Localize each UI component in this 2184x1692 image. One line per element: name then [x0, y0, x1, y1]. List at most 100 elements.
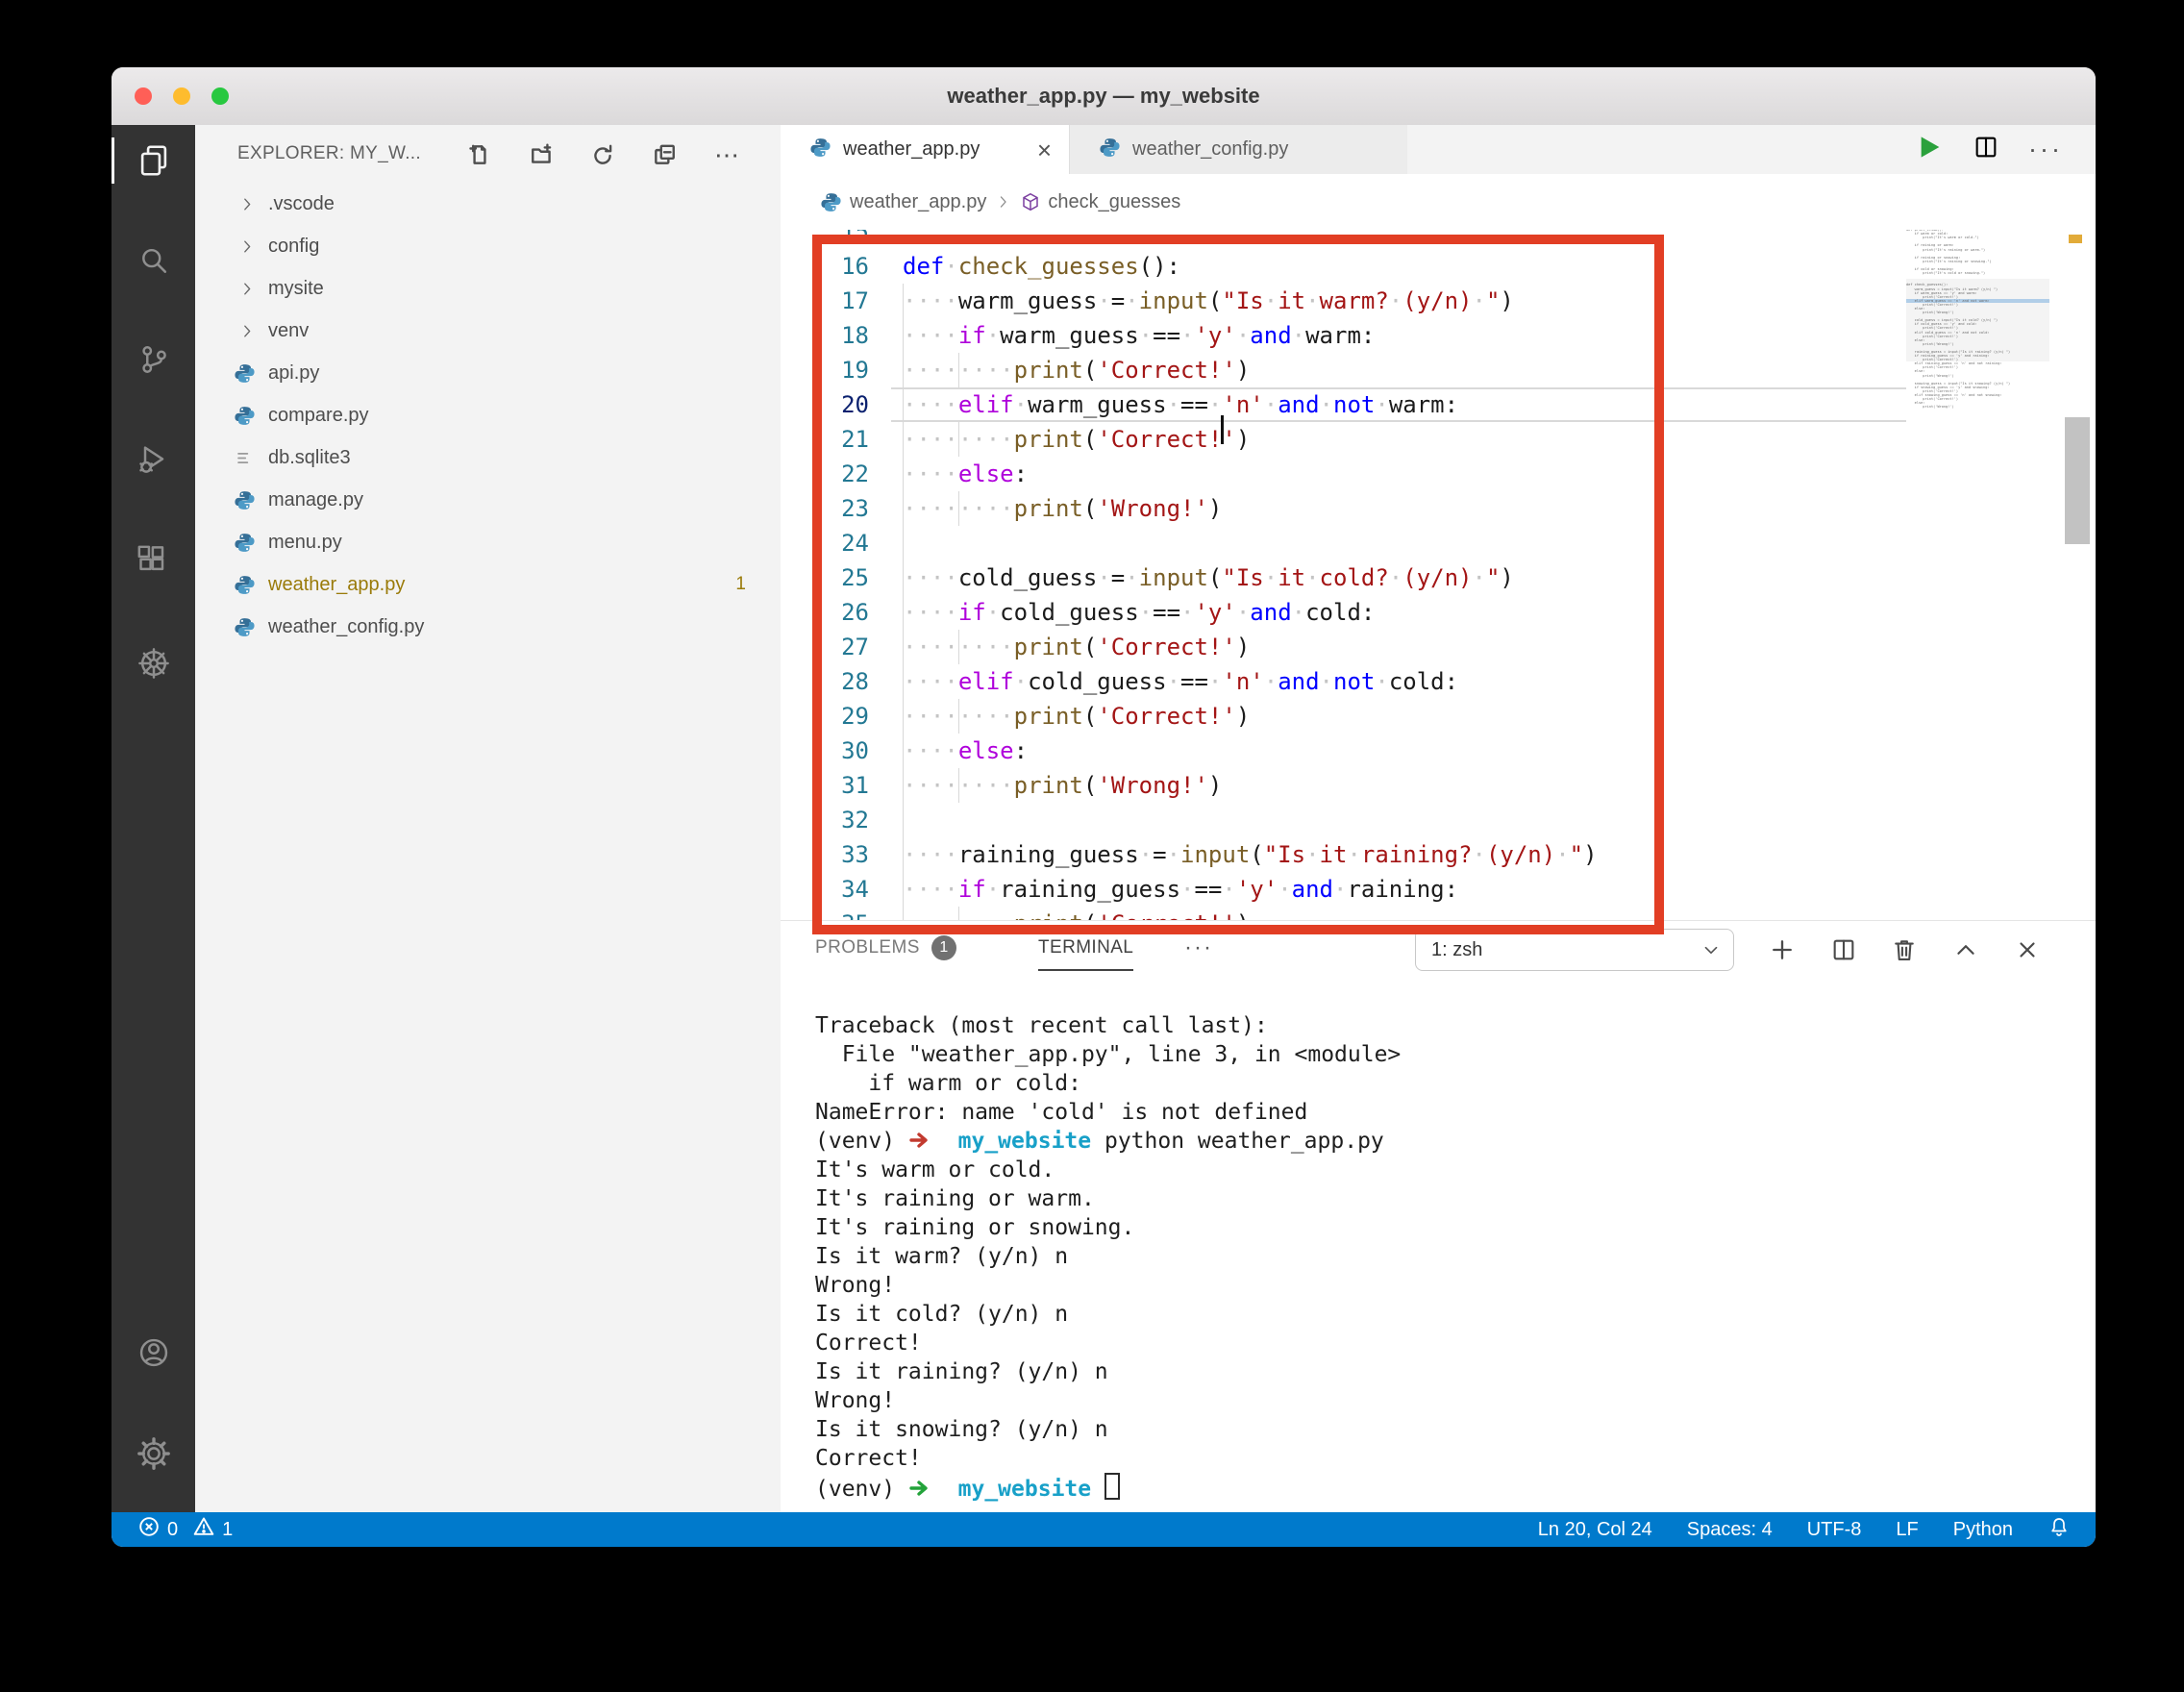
explorer-sidebar: EXPLORER: MY_W... ⋯ .vscodeconfigmysitev…: [195, 125, 782, 1512]
breadcrumb[interactable]: weather_app.py check_guesses: [781, 174, 2096, 230]
code-line-31[interactable]: 31········print('Wrong!'): [781, 768, 2096, 803]
code-line-21[interactable]: 21········print('Correct!'): [781, 422, 2096, 457]
panel-more-tabs-icon[interactable]: ···: [1184, 921, 1213, 975]
python-file-icon: [234, 574, 259, 596]
breadcrumb-file[interactable]: weather_app.py: [850, 191, 986, 213]
python-file-icon: [809, 137, 831, 163]
prompt-arrow-icon: [908, 1129, 931, 1154]
window-title: weather_app.py — my_website: [112, 67, 2096, 125]
terminal-line: File "weather_app.py", line 3, in <modul…: [815, 1040, 2076, 1069]
new-folder-icon[interactable]: [526, 138, 558, 171]
terminal-line: if warm or cold:: [815, 1069, 2076, 1098]
code-line-34[interactable]: 34····if·raining_guess·==·'y'·and·rainin…: [781, 872, 2096, 907]
code-line-27[interactable]: 27········print('Correct!'): [781, 630, 2096, 664]
code-line-32[interactable]: 32: [781, 803, 2096, 837]
explorer-file-compare.py[interactable]: compare.py: [195, 394, 781, 436]
new-file-icon[interactable]: [463, 138, 496, 171]
activity-search-icon[interactable]: [112, 227, 195, 296]
explorer-folder-.vscode[interactable]: .vscode: [195, 183, 781, 225]
code-line-30[interactable]: 30····else:: [781, 734, 2096, 768]
activity-explorer-icon[interactable]: [112, 126, 195, 195]
more-actions-icon[interactable]: ⋯: [710, 138, 743, 171]
tab-weather_config.py[interactable]: weather_config.py: [1069, 125, 1407, 174]
activity-extensions-icon[interactable]: [112, 527, 195, 596]
maximize-panel-icon[interactable]: [1947, 931, 1985, 969]
explorer-file-api.py[interactable]: api.py: [195, 352, 781, 394]
title-bar[interactable]: weather_app.py — my_website: [112, 67, 2096, 126]
code-line-18[interactable]: 18····if·warm_guess·==·'y'·and·warm:: [781, 318, 2096, 353]
shell-select-value: 1: zsh: [1431, 939, 1482, 961]
explorer-file-menu.py[interactable]: menu.py: [195, 521, 781, 563]
more-editor-actions-icon[interactable]: ···: [2028, 135, 2063, 164]
explorer-folder-mysite[interactable]: mysite: [195, 267, 781, 310]
code-line-23[interactable]: 23········print('Wrong!'): [781, 491, 2096, 526]
terminal-line: It's raining or warm.: [815, 1184, 2076, 1213]
activity-source-control-icon[interactable]: [112, 325, 195, 394]
terminal-cursor: [1104, 1473, 1120, 1500]
explorer-folder-venv[interactable]: venv: [195, 310, 781, 352]
split-terminal-icon[interactable]: [1824, 931, 1863, 969]
terminal-line: It's warm or cold.: [815, 1156, 2076, 1184]
activity-account-icon[interactable]: [112, 1318, 195, 1387]
warning-icon: [193, 1516, 214, 1543]
code-line-16[interactable]: 16def·check_guesses():: [781, 249, 2096, 284]
status-spaces-4[interactable]: Spaces: 4: [1687, 1519, 1773, 1541]
terminal-line: Correct!: [815, 1444, 2076, 1473]
prompt-arrow-icon: [908, 1477, 931, 1502]
explorer-file-weather_app.py[interactable]: weather_app.py1: [195, 563, 781, 606]
code-line-28[interactable]: 28····elif·cold_guess·==·'n'·and·not·col…: [781, 664, 2096, 699]
code-line-33[interactable]: 33····raining_guess·=·input("Is·it·raini…: [781, 837, 2096, 872]
explorer-file-manage.py[interactable]: manage.py: [195, 479, 781, 521]
activity-settings-icon[interactable]: [112, 1419, 195, 1488]
explorer-title: EXPLORER: MY_W...: [237, 125, 421, 183]
close-tab-icon[interactable]: ×: [1037, 140, 1052, 160]
explorer-folder-config[interactable]: config: [195, 225, 781, 267]
code-line-17[interactable]: 17····warm_guess·=·input("Is·it·warm?·(y…: [781, 284, 2096, 318]
activity-run-and-debug-icon[interactable]: [112, 425, 195, 494]
run-python-file-icon[interactable]: [1913, 132, 1944, 167]
terminal-line: Correct!: [815, 1329, 2076, 1357]
code-line-20[interactable]: 20····elif·warm_guess·==·'n'·and·not·war…: [781, 387, 2096, 422]
status-python[interactable]: Python: [1953, 1519, 2013, 1541]
tab-terminal[interactable]: TERMINAL: [1038, 921, 1133, 975]
close-panel-icon[interactable]: [2008, 931, 2047, 969]
kill-terminal-icon[interactable]: [1885, 931, 1923, 969]
chevron-right-icon: [996, 194, 1011, 210]
code-line-24[interactable]: 24: [781, 526, 2096, 560]
tab-problems[interactable]: PROBLEMS 1: [815, 921, 956, 975]
editor-actions: ···: [1913, 125, 2096, 174]
bell-icon[interactable]: [2048, 1515, 2071, 1544]
editor-tab-bar: weather_app.py×weather_config.py ···: [781, 125, 2096, 174]
code-line-25[interactable]: 25····cold_guess·=·input("Is·it·cold?·(y…: [781, 560, 2096, 595]
terminal-output[interactable]: Traceback (most recent call last): File …: [815, 1011, 2076, 1502]
vscode-window: weather_app.py — my_website EXPLORER: MY…: [112, 67, 2096, 1547]
terminal-shell-select[interactable]: 1: zsh: [1415, 929, 1734, 971]
terminal-line: (venv) my_website python weather_app.py: [815, 1127, 2076, 1156]
code-line-19[interactable]: 19········print('Correct!'): [781, 353, 2096, 387]
status-lf[interactable]: LF: [1896, 1519, 1918, 1541]
code-line-15[interactable]: 15: [781, 230, 2096, 249]
status-ln-20-col-24[interactable]: Ln 20, Col 24: [1538, 1519, 1652, 1541]
new-terminal-icon[interactable]: [1763, 931, 1801, 969]
symbol-method-icon: [1021, 192, 1040, 212]
code-line-26[interactable]: 26····if·cold_guess·==·'y'·and·cold:: [781, 595, 2096, 630]
explorer-file-weather_config.py[interactable]: weather_config.py: [195, 606, 781, 648]
code-line-22[interactable]: 22····else:: [781, 457, 2096, 491]
split-editor-icon[interactable]: [1973, 134, 1999, 165]
breadcrumb-symbol[interactable]: check_guesses: [1048, 191, 1180, 213]
tab-weather_app.py[interactable]: weather_app.py×: [781, 125, 1069, 174]
code-editor[interactable]: from weather_config import *def print_cl…: [781, 230, 2096, 920]
collapse-folders-icon[interactable]: [648, 138, 681, 171]
terminal-line: Is it cold? (y/n) n: [815, 1300, 2076, 1329]
code-line-29[interactable]: 29········print('Correct!'): [781, 699, 2096, 734]
problems-status[interactable]: 0 1: [138, 1516, 233, 1543]
refresh-explorer-icon[interactable]: [586, 138, 619, 171]
explorer-file-db.sqlite3[interactable]: db.sqlite3: [195, 436, 781, 479]
explorer-header: EXPLORER: MY_W... ⋯: [195, 125, 781, 183]
status-utf-8[interactable]: UTF-8: [1807, 1519, 1862, 1541]
code-line-35[interactable]: 35········print('Correct!'): [781, 907, 2096, 920]
python-file-icon: [234, 616, 259, 638]
activity-kubernetes-icon[interactable]: [112, 629, 195, 698]
chevron-down-icon: [1700, 939, 1722, 960]
python-file-icon: [1099, 137, 1121, 163]
